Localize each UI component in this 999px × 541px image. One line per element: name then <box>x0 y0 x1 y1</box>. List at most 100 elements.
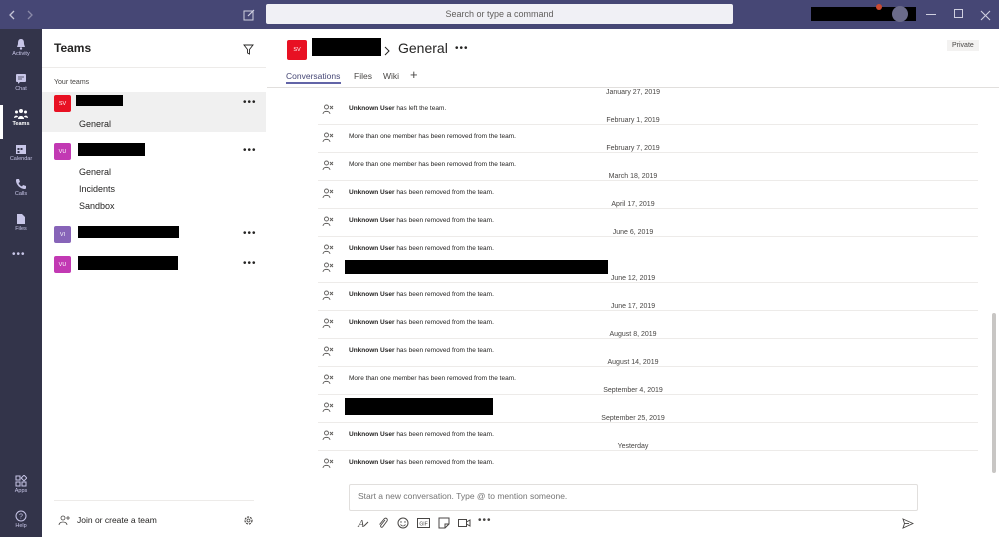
user-name: Unknown User <box>349 347 395 354</box>
team-more-icon[interactable]: ••• <box>243 97 257 108</box>
user-name: Unknown User <box>349 217 395 224</box>
date-separator: June 17, 2019 <box>610 303 656 310</box>
rail-item-label: Apps <box>14 488 28 494</box>
rail-item-calls[interactable]: Calls <box>0 175 42 209</box>
redacted-message <box>345 260 608 274</box>
sticker-icon[interactable] <box>438 516 450 534</box>
compose-box[interactable] <box>349 484 918 511</box>
channel-item-general[interactable]: General <box>79 119 111 129</box>
rail-item-activity[interactable]: Activity <box>0 35 42 69</box>
team-avatar: SV <box>54 95 71 112</box>
channel-more-icon[interactable]: ••• <box>455 43 469 54</box>
user-name: Unknown User <box>349 431 395 438</box>
avatar[interactable] <box>892 6 908 22</box>
team-more-icon[interactable]: ••• <box>243 145 257 156</box>
chevron-right-icon[interactable] <box>24 9 36 21</box>
date-separator: April 17, 2019 <box>611 201 655 208</box>
date-separator: June 12, 2019 <box>610 275 656 282</box>
chevron-left-icon[interactable] <box>6 9 18 21</box>
meet-icon[interactable] <box>458 516 471 534</box>
notification-badge <box>876 4 882 10</box>
date-separator: January 27, 2019 <box>605 89 661 96</box>
message-text: has been removed from the team. <box>394 245 494 252</box>
system-message: Unknown User has been removed from the t… <box>349 189 494 196</box>
message-text: has been removed from the team. <box>394 217 494 224</box>
svg-text:GIF: GIF <box>419 522 427 528</box>
channel-item-incidents[interactable]: Incidents <box>79 184 115 194</box>
rail-item-label: Calendar <box>9 156 33 162</box>
message-text: has been removed from the team. <box>394 319 494 326</box>
more-apps-icon[interactable]: ••• <box>12 249 26 260</box>
divider <box>267 87 999 88</box>
tab-files[interactable]: Files <box>354 71 372 81</box>
restore-icon[interactable] <box>954 9 963 18</box>
user-name: Unknown User <box>349 105 395 112</box>
gif-icon[interactable]: GIF <box>417 516 430 534</box>
divider <box>54 500 254 501</box>
tab-conversations[interactable]: Conversations <box>286 71 340 81</box>
member-event-icon <box>322 457 334 469</box>
rail-item-help[interactable]: ? Help <box>0 507 42 541</box>
rail-item-label: Activity <box>12 51 30 57</box>
rail-item-label: Calls <box>14 191 28 197</box>
rail-item-files[interactable]: Files <box>0 210 42 244</box>
message-text: More than one member has been removed fr… <box>349 375 516 382</box>
date-separator: June 6, 2019 <box>612 229 654 236</box>
emoji-icon[interactable] <box>397 516 409 534</box>
app-rail: Activity Chat Teams Calendar Calls Files… <box>0 29 42 537</box>
channel-item-sandbox[interactable]: Sandbox <box>79 201 115 211</box>
team-more-icon[interactable]: ••• <box>243 228 257 239</box>
message-text: has been removed from the team. <box>394 459 494 466</box>
system-message: Unknown User has been removed from the t… <box>349 217 494 224</box>
help-icon: ? <box>14 509 28 523</box>
scrollbar[interactable] <box>991 88 997 478</box>
rail-item-apps[interactable]: Apps <box>0 472 42 506</box>
attach-icon[interactable] <box>378 516 388 534</box>
rail-item-label: Chat <box>15 86 27 92</box>
gear-icon[interactable] <box>243 513 254 531</box>
rail-item-calendar[interactable]: Calendar <box>0 140 42 174</box>
minimize-icon[interactable] <box>926 14 936 15</box>
user-name: Unknown User <box>349 245 395 252</box>
add-tab-button[interactable]: + <box>410 67 418 82</box>
divider <box>318 152 978 153</box>
join-or-create-team-link[interactable]: Join or create a team <box>77 515 157 525</box>
rail-item-chat[interactable]: Chat <box>0 70 42 104</box>
team-avatar: VU <box>54 143 71 160</box>
phone-icon <box>14 177 28 191</box>
redacted-team-name <box>78 143 145 156</box>
divider <box>318 422 978 423</box>
compose-icon[interactable] <box>243 8 255 26</box>
system-message: Unknown User has been removed from the t… <box>349 245 494 252</box>
format-icon[interactable]: A <box>357 516 369 534</box>
close-icon[interactable] <box>980 8 991 26</box>
search-input[interactable]: Search or type a command <box>266 4 733 24</box>
message-text: has been removed from the team. <box>394 189 494 196</box>
divider <box>318 236 978 237</box>
member-event-icon <box>322 159 334 171</box>
member-event-icon <box>322 429 334 441</box>
privacy-badge: Private <box>947 40 979 51</box>
team-more-icon[interactable]: ••• <box>243 258 257 269</box>
divider <box>318 450 978 451</box>
send-icon[interactable] <box>902 516 915 534</box>
date-separator: February 1, 2019 <box>606 117 660 124</box>
user-name: Unknown User <box>349 291 395 298</box>
compose-input[interactable] <box>358 491 898 501</box>
svg-text:?: ? <box>19 514 23 521</box>
user-name: Unknown User <box>349 459 395 466</box>
filter-icon[interactable] <box>243 42 254 60</box>
scrollbar-thumb[interactable] <box>992 313 996 473</box>
member-event-icon <box>322 401 334 413</box>
divider <box>318 208 978 209</box>
date-separator: September 4, 2019 <box>603 387 663 394</box>
date-separator: September 25, 2019 <box>601 415 665 422</box>
divider <box>318 310 978 311</box>
rail-item-teams[interactable]: Teams <box>0 105 42 139</box>
message-text: has been removed from the team. <box>394 431 494 438</box>
channel-item-general[interactable]: General <box>79 167 111 177</box>
system-message: More than one member has been removed fr… <box>349 161 516 168</box>
tab-wiki[interactable]: Wiki <box>383 71 399 81</box>
more-options-icon[interactable]: ••• <box>478 515 492 526</box>
join-team-icon[interactable] <box>58 513 70 531</box>
